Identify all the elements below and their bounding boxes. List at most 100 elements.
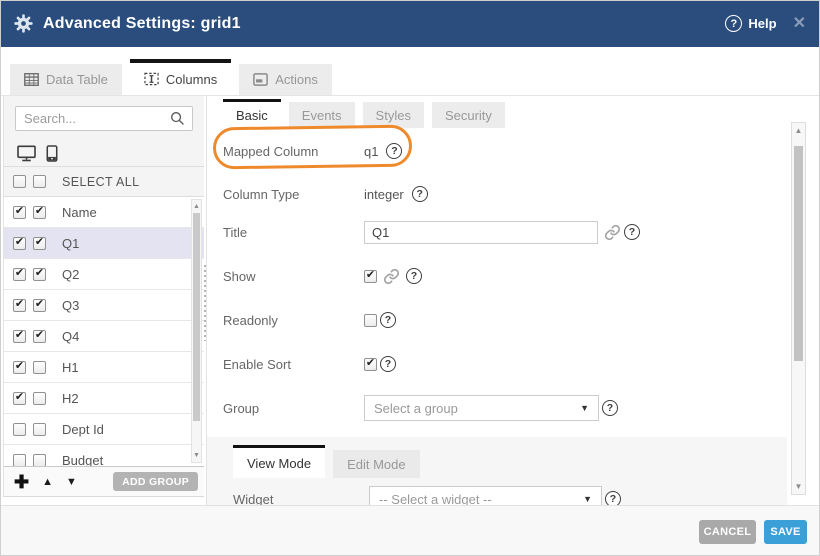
mobile-checkbox[interactable] [33,268,46,281]
tab-edit-mode[interactable]: Edit Mode [333,450,420,478]
list-item-q3[interactable]: Q3 [4,290,204,321]
list-item-q2[interactable]: Q2 [4,259,204,290]
tab-label: View Mode [247,456,311,471]
save-button[interactable]: SAVE [764,520,807,544]
settings-scrollbar-thumb[interactable] [794,146,803,361]
column-type-help-icon[interactable]: ? [412,186,428,202]
search-icon[interactable] [170,111,185,131]
add-group-button[interactable]: ADD GROUP [113,472,198,491]
title-input[interactable] [364,221,598,244]
desktop-checkbox[interactable] [13,268,26,281]
title-row: Title ? [223,212,765,252]
group-help-icon[interactable]: ? [602,400,618,416]
help-label: Help [748,16,776,31]
cancel-button[interactable]: CANCEL [699,520,756,544]
search-area [4,96,204,140]
move-down-button[interactable]: ▼ [66,476,77,488]
group-label: Group [223,401,364,416]
move-up-button[interactable]: ▲ [42,476,53,488]
column-list: NameQ1Q2 Q3 Q4 H1H2 Dept Id Budget ▲ ▼ [4,197,204,467]
mobile-checkbox[interactable] [33,206,46,219]
column-settings-panel: BasicEventsStylesSecurity Mapped Column … [206,96,791,505]
dialog-title: Advanced Settings: grid1 [43,15,241,33]
readonly-checkbox[interactable] [364,314,377,327]
list-toolbar: ✚ ▲ ▼ ADD GROUP [4,466,204,496]
mobile-checkbox[interactable] [33,299,46,312]
tab-styles[interactable]: Styles [363,102,424,128]
tab-basic[interactable]: Basic [223,99,281,128]
tab-security[interactable]: Security [432,102,505,128]
list-item-label: Q3 [62,298,79,313]
show-checkbox[interactable] [364,270,377,283]
mode-tabs: View Mode Edit Mode [233,445,420,478]
list-item-label: Q4 [62,329,79,344]
list-item-dept-id[interactable]: Dept Id [4,414,204,445]
mobile-checkbox[interactable] [33,392,46,405]
tab-label: Security [445,108,492,123]
mobile-checkbox[interactable] [33,330,46,343]
list-scrollbar-thumb[interactable] [193,213,200,421]
widget-help-icon[interactable]: ? [605,491,621,505]
show-help-icon[interactable]: ? [406,268,422,284]
desktop-checkbox[interactable] [13,237,26,250]
tab-label: Styles [376,108,411,123]
title-help-icon[interactable]: ? [624,224,640,240]
mobile-checkbox[interactable] [33,237,46,250]
chevron-down-icon: ▼ [583,494,592,504]
add-column-button[interactable]: ✚ [14,473,29,491]
mapped-column-help-icon[interactable]: ? [386,143,402,159]
show-label: Show [223,269,364,284]
title-link-icon[interactable] [604,224,621,241]
title-label: Title [223,225,364,240]
list-scrollbar[interactable]: ▲ ▼ [191,199,202,463]
desktop-checkbox[interactable] [13,361,26,374]
list-item-budget[interactable]: Budget [4,445,204,467]
list-item-h2[interactable]: H2 [4,383,204,414]
group-select[interactable]: Select a group ▼ [364,395,599,421]
list-item-label: Dept Id [62,422,104,437]
desktop-checkbox[interactable] [13,392,26,405]
enable-sort-checkbox[interactable] [364,358,377,371]
scroll-down-icon[interactable]: ▼ [792,480,805,493]
tab-events[interactable]: Events [289,102,355,128]
column-rows: NameQ1Q2 Q3 Q4 H1H2 Dept Id Budget [4,197,204,467]
mobile-checkbox[interactable] [33,361,46,374]
tab-columns[interactable]: Columns [130,59,231,95]
list-item-q4[interactable]: Q4 [4,321,204,352]
settings-scrollbar[interactable]: ▲ ▼ [791,122,806,495]
desktop-checkbox[interactable] [13,330,26,343]
mobile-checkbox[interactable] [33,423,46,436]
tab-data-table[interactable]: Data Table [10,64,122,95]
select-all-desktop-checkbox[interactable] [13,175,26,188]
columns-list-panel: SELECT ALL NameQ1Q2Q3Q4H1H2Dept IdBudget… [3,96,204,497]
desktop-checkbox[interactable] [13,423,26,436]
tab-view-mode[interactable]: View Mode [233,445,325,478]
help-button[interactable]: ? Help [725,15,776,32]
widget-select[interactable]: -- Select a widget -- ▼ [369,486,602,505]
list-item-q1[interactable]: Q1 [4,228,204,259]
readonly-help-icon[interactable]: ? [380,312,396,328]
search-input[interactable] [15,106,193,131]
readonly-label: Readonly [223,313,364,328]
show-link-icon[interactable] [383,268,400,285]
desktop-checkbox[interactable] [13,454,26,467]
scroll-down-icon[interactable]: ▼ [192,450,201,461]
close-icon[interactable]: ✕ [793,16,806,32]
scroll-up-icon[interactable]: ▲ [792,124,805,137]
list-item-name[interactable]: Name [4,197,204,228]
desktop-checkbox[interactable] [13,206,26,219]
tab-actions[interactable]: Actions [239,64,332,95]
desktop-icon [17,145,36,162]
desktop-checkbox[interactable] [13,299,26,312]
mapped-column-label: Mapped Column [223,144,364,159]
group-row: Group Select a group ▼ ? [223,388,765,428]
chevron-down-icon: ▼ [580,403,589,413]
widget-select-value: -- Select a widget -- [379,492,492,506]
scroll-up-icon[interactable]: ▲ [192,201,201,212]
tab-label: Data Table [46,72,108,87]
select-all-mobile-checkbox[interactable] [33,175,46,188]
mobile-checkbox[interactable] [33,454,46,467]
enable-sort-help-icon[interactable]: ? [380,356,396,372]
widget-label: Widget [233,492,369,506]
list-item-h1[interactable]: H1 [4,352,204,383]
